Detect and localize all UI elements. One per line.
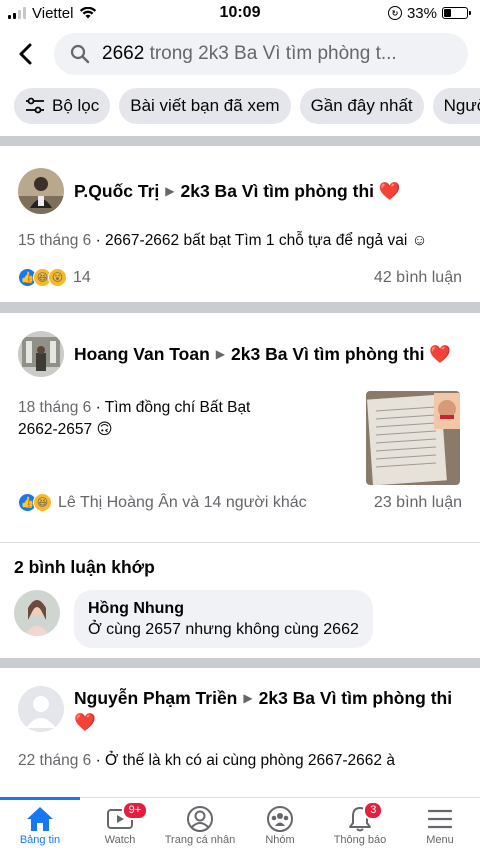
tab-label: Nhóm	[265, 834, 295, 846]
avatar[interactable]	[18, 331, 64, 377]
post-text: · 2667-2662 bất bạt Tìm 1 chỗ tựa để ngả…	[95, 232, 428, 249]
post-header: P.Quốc Trị ▶ 2k3 Ba Vì tìm phòng thi ❤️	[18, 168, 462, 214]
comment-count[interactable]: 23 bình luận	[374, 494, 462, 512]
post-date: 22 tháng 6	[18, 752, 92, 769]
arrow-right-icon: ▶	[215, 347, 226, 361]
tab-label: Trang cá nhân	[164, 834, 236, 846]
tab-groups[interactable]: Nhóm	[240, 798, 320, 853]
haha-reaction-icon: 😆	[33, 493, 52, 512]
reactions-bar[interactable]: 👍 😆 😮 14 42 bình luận	[18, 268, 462, 287]
tab-menu[interactable]: Menu	[400, 798, 480, 853]
post-title[interactable]: P.Quốc Trị ▶ 2k3 Ba Vì tìm phòng thi ❤️	[74, 179, 401, 203]
post-title[interactable]: Nguyễn Phạm Triền ▶ 2k3 Ba Vì tìm phòng th…	[74, 686, 454, 734]
section-divider	[0, 302, 480, 313]
heart-icon: ❤️	[74, 712, 96, 732]
post-date: 18 tháng 6	[18, 399, 92, 416]
reactions-bar[interactable]: 👍 😆 Lê Thị Hoàng Ân và 14 người khác 23 …	[18, 493, 462, 512]
group-name[interactable]: 2k3 Ba Vì tìm phòng thi	[181, 181, 375, 201]
back-button[interactable]	[12, 40, 40, 68]
filter-chip-recent[interactable]: Gần đây nhất	[299, 88, 424, 124]
post-date: 15 tháng 6	[18, 232, 92, 249]
avatar[interactable]	[18, 168, 64, 214]
back-arrow-icon	[19, 43, 32, 65]
post-text-line2: 2662-2657 🙃	[18, 421, 113, 438]
post-body: 22 tháng 6 · Ở thế là kh có ai cùng phòn…	[18, 750, 462, 772]
post-text: · Ở thế là kh có ai cùng phòng 2667-2662…	[95, 752, 395, 769]
matching-comments-title: 2 bình luận khớp	[14, 557, 155, 577]
group-name[interactable]: 2k3 Ba Vì tìm phòng thi	[259, 688, 453, 708]
clock: 10:09	[219, 4, 261, 21]
arrow-right-icon: ▶	[165, 184, 175, 198]
reaction-count: 14	[73, 268, 91, 286]
tab-label: Menu	[426, 834, 454, 846]
post-text: · Tìm đồng chí Bất Bạt	[95, 399, 251, 416]
post-body: 15 tháng 6 · 2667-2662 bất bạt Tìm 1 chỗ…	[18, 230, 462, 252]
matching-comment[interactable]: Hồng Nhung Ở cùng 2657 nhưng không cùng …	[0, 578, 480, 648]
search-input[interactable]: 2662 trong 2k3 Ba Vì tìm phòng t...	[54, 33, 468, 75]
arrow-right-icon: ▶	[243, 691, 253, 705]
comment-author[interactable]: Hồng Nhung	[88, 598, 359, 619]
notification-badge: 3	[363, 801, 384, 820]
tab-label: Bảng tin	[19, 834, 61, 846]
notification-badge: 9+	[121, 801, 149, 820]
comment-text: Ở cùng 2657 nhưng không cùng 2662	[88, 621, 359, 638]
filter-bar: Bộ lọc Bài viết bạn đã xem Gần đây nhất …	[0, 82, 480, 136]
post-body: 18 tháng 6 · Tìm đồng chí Bất Bạt 2662-2…	[18, 397, 348, 441]
comment-bubble[interactable]: Hồng Nhung Ở cùng 2657 nhưng không cùng …	[74, 590, 373, 648]
tab-home[interactable]: Bảng tin	[0, 798, 80, 853]
author-name[interactable]: Nguyễn Phạm Triền	[74, 688, 237, 708]
status-bar: Viettel 10:09 ↻ 33%	[0, 0, 480, 26]
filter-chip-label: Gần đây nhất	[310, 96, 413, 115]
carrier-label: Viettel	[32, 4, 74, 22]
post-header: Nguyễn Phạm Triền ▶ 2k3 Ba Vì tìm phòng th…	[18, 686, 462, 734]
filter-chip-label: Người c	[443, 96, 480, 115]
filter-chip-label: Bộ lọc	[52, 96, 100, 115]
tab-label: Thông báo	[333, 834, 387, 846]
profile-icon	[187, 806, 213, 832]
post-card[interactable]: P.Quốc Trị ▶ 2k3 Ba Vì tìm phòng thi ❤️ 15…	[0, 146, 480, 302]
heart-icon: ❤️	[378, 181, 401, 201]
sliders-icon	[26, 97, 44, 114]
signal-icon	[8, 7, 26, 19]
battery-icon	[442, 7, 471, 19]
filter-chip-people[interactable]: Người c	[432, 88, 480, 124]
filter-chip-filters[interactable]: Bộ lọc	[14, 88, 111, 124]
orientation-lock-icon: ↻	[387, 6, 402, 20]
wow-reaction-icon: 😮	[48, 268, 67, 287]
battery-percent: 33%	[406, 4, 437, 22]
home-icon	[27, 807, 53, 831]
group-name[interactable]: 2k3 Ba Vì tìm phòng thi	[231, 344, 425, 364]
author-name[interactable]: Hoang Van Toan	[74, 344, 210, 364]
wifi-icon	[80, 7, 97, 19]
reaction-names: Lê Thị Hoàng Ân và 14 người khác	[58, 493, 307, 511]
post-photo[interactable]	[366, 391, 460, 485]
search-query: 2662 trong 2k3 Ba Vì tìm phòng t...	[102, 43, 397, 64]
groups-icon	[267, 806, 293, 832]
post-title[interactable]: Hoang Van Toan ▶ 2k3 Ba Vì tìm phòng thi ❤…	[74, 342, 451, 366]
avatar[interactable]	[18, 686, 64, 732]
tab-label: Watch	[104, 834, 136, 846]
tab-profile[interactable]: Trang cá nhân	[160, 798, 240, 853]
avatar[interactable]	[14, 590, 60, 636]
post-card[interactable]: Hoang Van Toan ▶ 2k3 Ba Vì tìm phòng thi ❤…	[0, 313, 480, 542]
section-divider	[0, 658, 480, 668]
filter-chip-viewed[interactable]: Bài viết bạn đã xem	[119, 88, 291, 124]
author-name[interactable]: P.Quốc Trị	[74, 181, 159, 201]
tab-notifications[interactable]: 3 Thông báo	[320, 798, 400, 853]
heart-icon: ❤️	[429, 344, 452, 364]
matching-comments-section: 2 bình luận khớp Hồng Nhung Ở cùng 2657 …	[0, 543, 480, 658]
comment-count[interactable]: 42 bình luận	[374, 269, 462, 287]
post-card[interactable]: Nguyễn Phạm Triền ▶ 2k3 Ba Vì tìm phòng th…	[0, 668, 480, 818]
section-divider	[0, 136, 480, 146]
search-header: 2662 trong 2k3 Ba Vì tìm phòng t...	[0, 26, 480, 82]
menu-icon	[427, 809, 453, 829]
post-header: Hoang Van Toan ▶ 2k3 Ba Vì tìm phòng thi ❤…	[18, 331, 462, 377]
search-icon	[70, 44, 90, 64]
filter-chip-label: Bài viết bạn đã xem	[130, 96, 280, 115]
bottom-navigation: Bảng tin 9+ Watch Trang cá nhân Nhóm 3 T…	[0, 797, 480, 853]
tab-watch[interactable]: 9+ Watch	[80, 798, 160, 853]
